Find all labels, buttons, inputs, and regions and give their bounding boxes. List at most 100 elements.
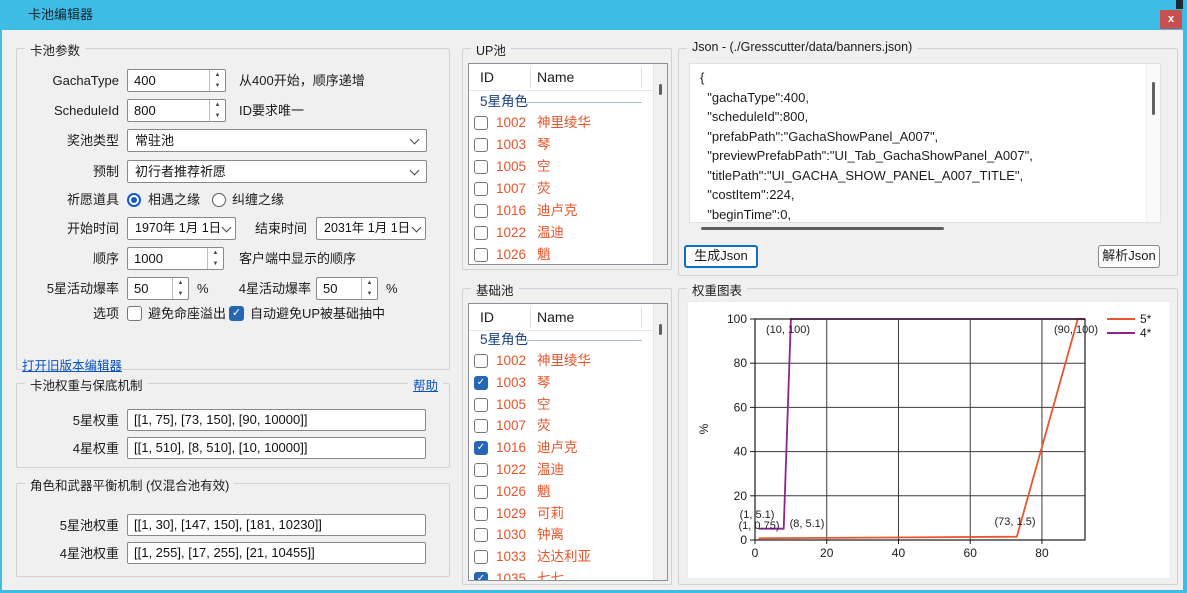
group-balance-title: 角色和武器平衡机制 (仅混合池有效) [25, 475, 234, 494]
scrollbar-thumb[interactable] [659, 84, 662, 95]
list-item[interactable]: 1026魈 [469, 481, 655, 503]
row-checkbox[interactable] [474, 182, 488, 196]
row-checkbox[interactable] [474, 204, 488, 218]
begin-time-picker[interactable]: 1970年 1月 1日 [127, 217, 236, 240]
list-item[interactable]: 1007荧 [469, 178, 655, 200]
radio-acquaint-fate[interactable] [127, 193, 141, 207]
spin-down-icon[interactable]: ▼ [210, 111, 225, 122]
row-checkbox[interactable] [474, 419, 488, 433]
list-item[interactable]: 1007荧 [469, 415, 655, 437]
spin-up-icon[interactable]: ▲ [210, 70, 225, 81]
section-line [527, 340, 642, 341]
json-vscrollbar[interactable] [1146, 64, 1160, 222]
row-id: 1003 [496, 134, 526, 156]
up-pool-scrollbar[interactable] [653, 64, 667, 264]
row-checkbox[interactable] [474, 398, 488, 412]
row-name: 七七 [537, 568, 564, 581]
preset-select[interactable]: 初行者推荐祈愿 [127, 160, 427, 183]
weight5-input[interactable]: [[1, 75], [73, 150], [90, 10000]] [127, 409, 426, 431]
scrollbar-thumb[interactable] [659, 324, 662, 335]
close-button[interactable]: x [1160, 10, 1182, 29]
spin-up-icon[interactable]: ▲ [173, 278, 188, 289]
schedule-id-input[interactable]: 800 ▲▼ [127, 99, 226, 122]
list-item[interactable]: 1022温迪 [469, 222, 655, 244]
order-spinner[interactable]: ▲▼ [207, 248, 223, 269]
spin-down-icon[interactable]: ▼ [362, 289, 377, 300]
up-pool-list[interactable]: ID Name 5星角色 1002神里绫华1003琴1005空1007荧1016… [468, 63, 668, 265]
checkbox-avoid-constellation-overflow[interactable] [127, 306, 142, 321]
list-item[interactable]: 1030钟离 [469, 524, 655, 546]
options-label: 选项 [17, 302, 119, 326]
row-checkbox[interactable] [474, 354, 488, 368]
row-name: 温迪 [537, 222, 564, 244]
list-item[interactable]: 1003琴 [469, 134, 655, 156]
base-col-name[interactable]: Name [537, 305, 574, 329]
list-item[interactable]: 1033达达利亚 [469, 546, 655, 568]
base-pool-list[interactable]: ID Name 5星角色 1002神里绫华✓1003琴1005空1007荧✓10… [468, 303, 668, 581]
row-checkbox[interactable]: ✓ [474, 572, 488, 581]
radio-intertwined-fate-label: 纠缠之缘 [232, 188, 284, 212]
base-pool-scrollbar[interactable] [653, 304, 667, 580]
list-item[interactable]: ✓1035七七 [469, 568, 655, 581]
row-checkbox[interactable] [474, 507, 488, 521]
spin-up-icon[interactable]: ▲ [210, 100, 225, 111]
preset-label: 预制 [17, 160, 119, 184]
scrollbar-thumb[interactable] [1152, 82, 1155, 115]
pool-weight4-input[interactable]: [[1, 255], [17, 255], [21, 10455]] [127, 542, 426, 564]
parse-json-button[interactable]: 解析Json [1098, 245, 1160, 268]
checkbox-auto-avoid-up-in-base[interactable]: ✓ [229, 306, 244, 321]
schedule-id-spinner[interactable]: ▲▼ [209, 100, 225, 121]
group-balance: 角色和武器平衡机制 (仅混合池有效) 5星池权重 [[1, 30], [147,… [16, 483, 450, 577]
list-item[interactable]: 1026魈 [469, 244, 655, 265]
weight4-input[interactable]: [[1, 510], [8, 510], [10, 10000]] [127, 437, 426, 459]
end-time-picker[interactable]: 2031年 1月 1日 [316, 217, 426, 240]
row-checkbox[interactable]: ✓ [474, 441, 488, 455]
base-col-id[interactable]: ID [480, 305, 494, 329]
row-checkbox[interactable] [474, 528, 488, 542]
row-checkbox[interactable] [474, 116, 488, 130]
spin-down-icon[interactable]: ▼ [173, 289, 188, 300]
row-checkbox[interactable] [474, 463, 488, 477]
help-link[interactable]: 帮助 [408, 375, 443, 394]
spin-up-icon[interactable]: ▲ [208, 248, 223, 259]
row-checkbox[interactable] [474, 138, 488, 152]
rate5-input[interactable]: 50 ▲▼ [127, 277, 189, 300]
list-item[interactable]: 1016迪卢克 [469, 200, 655, 222]
json-textarea[interactable]: { "gachaType":400, "scheduleId":800, "pr… [689, 63, 1161, 223]
row-checkbox[interactable]: ✓ [474, 376, 488, 390]
list-item[interactable]: ✓1016迪卢克 [469, 437, 655, 459]
list-item[interactable]: 1022温迪 [469, 459, 655, 481]
rate4-input[interactable]: 50 ▲▼ [316, 277, 378, 300]
pool-type-select[interactable]: 常驻池 [127, 129, 427, 152]
up-col-id[interactable]: ID [480, 65, 494, 89]
order-input[interactable]: 1000 ▲▼ [127, 247, 224, 270]
row-checkbox[interactable] [474, 160, 488, 174]
column-separator [641, 67, 642, 88]
list-item[interactable]: 1005空 [469, 156, 655, 178]
up-col-name[interactable]: Name [537, 65, 574, 89]
row-checkbox[interactable] [474, 226, 488, 240]
spin-up-icon[interactable]: ▲ [362, 278, 377, 289]
scrollbar-thumb[interactable] [701, 227, 944, 230]
gacha-type-spinner[interactable]: ▲▼ [209, 70, 225, 91]
pool-weight5-input[interactable]: [[1, 30], [147, 150], [181, 10230]] [127, 514, 426, 536]
rate4-spinner[interactable]: ▲▼ [361, 278, 377, 299]
open-legacy-editor-link[interactable]: 打开旧版本编辑器 [22, 355, 122, 374]
title-bar[interactable]: 卡池编辑器 x [0, 0, 1187, 30]
radio-intertwined-fate[interactable] [212, 193, 226, 207]
gacha-type-input[interactable]: 400 ▲▼ [127, 69, 226, 92]
list-item[interactable]: 1029可莉 [469, 503, 655, 525]
spin-down-icon[interactable]: ▼ [208, 259, 223, 270]
spin-down-icon[interactable]: ▼ [210, 81, 225, 92]
row-checkbox[interactable] [474, 248, 488, 262]
row-checkbox[interactable] [474, 550, 488, 564]
window-title: 卡池编辑器 [28, 0, 93, 30]
rate5-spinner[interactable]: ▲▼ [172, 278, 188, 299]
json-hscrollbar[interactable] [689, 225, 1153, 232]
list-item[interactable]: 1002神里绫华 [469, 350, 655, 372]
row-checkbox[interactable] [474, 485, 488, 499]
list-item[interactable]: 1005空 [469, 394, 655, 416]
list-item[interactable]: 1002神里绫华 [469, 112, 655, 134]
list-item[interactable]: ✓1003琴 [469, 372, 655, 394]
generate-json-button[interactable]: 生成Json [684, 245, 758, 268]
